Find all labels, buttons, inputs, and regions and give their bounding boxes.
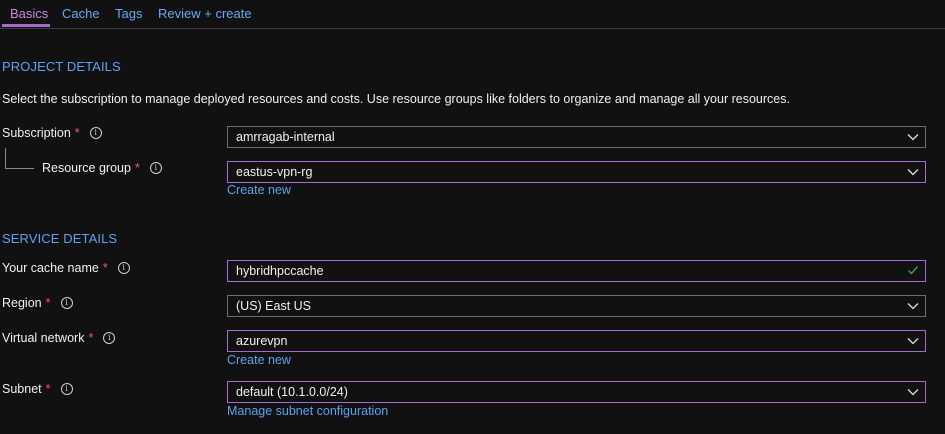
- subscription-label-text: Subscription: [2, 126, 71, 140]
- virtual-network-value: azurevpn: [236, 334, 288, 348]
- region-label-text: Region: [2, 296, 42, 310]
- virtual-network-label: Virtual network * i: [2, 331, 116, 345]
- resource-group-dropdown[interactable]: eastus-vpn-rg: [227, 161, 926, 183]
- chevron-down-icon: [907, 389, 919, 396]
- chevron-down-icon: [907, 169, 919, 176]
- subnet-dropdown[interactable]: default (10.1.0.0/24): [227, 381, 926, 403]
- virtual-network-dropdown[interactable]: azurevpn: [227, 330, 926, 352]
- cache-name-value: hybridhpccache: [236, 264, 324, 278]
- subscription-label: Subscription * i: [2, 126, 102, 140]
- create-cache-form: Basics Cache Tags Review + create PROJEC…: [0, 0, 945, 434]
- service-details-heading: SERVICE DETAILS: [2, 231, 118, 246]
- required-marker: *: [102, 261, 108, 275]
- chevron-down-icon: [907, 338, 919, 345]
- subscription-dropdown[interactable]: amrragab-internal: [227, 126, 926, 148]
- info-icon[interactable]: i: [103, 332, 116, 344]
- tree-connector-horizontal: [5, 168, 34, 169]
- project-details-heading: PROJECT DETAILS: [2, 59, 121, 74]
- virtual-network-label-text: Virtual network: [2, 331, 85, 345]
- tab-cache[interactable]: Cache: [62, 6, 100, 21]
- region-dropdown[interactable]: (US) East US: [227, 295, 926, 317]
- required-marker: *: [74, 126, 80, 140]
- subnet-label-text: Subnet: [2, 382, 42, 396]
- chevron-down-icon: [907, 303, 919, 310]
- info-icon[interactable]: i: [60, 383, 73, 395]
- info-icon[interactable]: i: [117, 262, 130, 274]
- info-icon[interactable]: i: [60, 297, 73, 309]
- create-new-resource-group-link[interactable]: Create new: [227, 183, 291, 197]
- cache-name-label: Your cache name * i: [2, 261, 130, 275]
- manage-subnet-configuration-link[interactable]: Manage subnet configuration: [227, 404, 388, 418]
- checkmark-icon: [908, 266, 919, 275]
- cache-name-input[interactable]: hybridhpccache: [227, 260, 926, 282]
- project-details-description: Select the subscription to manage deploy…: [2, 92, 790, 106]
- tab-basics[interactable]: Basics: [10, 6, 48, 21]
- tab-review-create[interactable]: Review + create: [158, 6, 252, 21]
- tab-bar: Basics Cache Tags Review + create: [0, 0, 945, 29]
- required-marker: *: [45, 382, 51, 396]
- required-marker: *: [88, 331, 94, 345]
- required-marker: *: [45, 296, 51, 310]
- info-icon[interactable]: i: [149, 162, 162, 174]
- chevron-down-icon: [907, 134, 919, 141]
- resource-group-value: eastus-vpn-rg: [236, 165, 313, 179]
- cache-name-label-text: Your cache name: [2, 261, 99, 275]
- tree-connector-vertical: [5, 148, 6, 168]
- info-icon[interactable]: i: [89, 127, 102, 139]
- required-marker: *: [134, 161, 140, 175]
- create-new-virtual-network-link[interactable]: Create new: [227, 353, 291, 367]
- region-label: Region * i: [2, 296, 73, 310]
- active-tab-indicator: [2, 24, 50, 27]
- subnet-value: default (10.1.0.0/24): [236, 385, 348, 399]
- subnet-label: Subnet * i: [2, 382, 73, 396]
- subscription-value: amrragab-internal: [236, 130, 335, 144]
- tab-tags[interactable]: Tags: [115, 6, 142, 21]
- resource-group-label-text: Resource group: [42, 161, 131, 175]
- resource-group-label: Resource group * i: [42, 161, 162, 175]
- region-value: (US) East US: [236, 299, 312, 313]
